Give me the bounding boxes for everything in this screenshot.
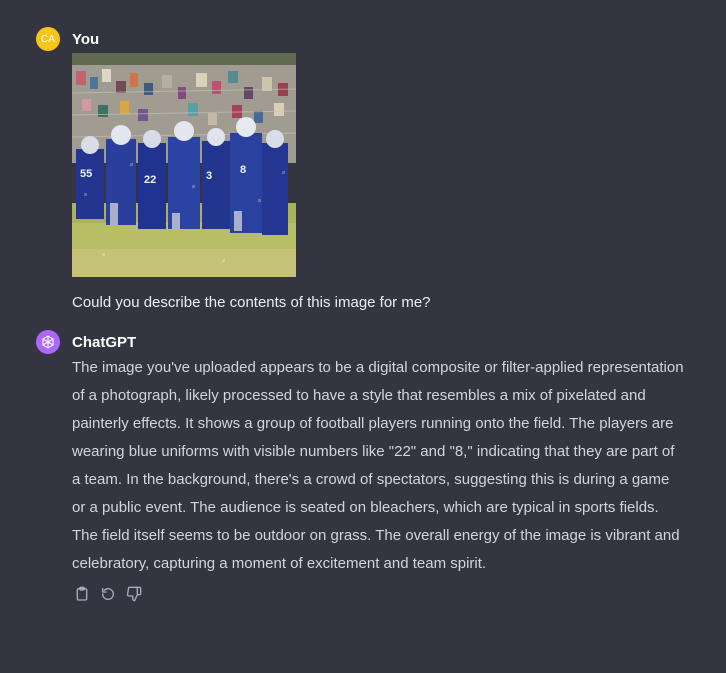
regenerate-icon bbox=[102, 588, 114, 600]
regenerate-button[interactable] bbox=[98, 584, 118, 604]
user-avatar-initials: CA bbox=[40, 33, 56, 45]
assistant-message: ChatGPT The image you've uploaded appear… bbox=[36, 330, 686, 604]
assistant-name: ChatGPT bbox=[72, 333, 137, 351]
svg-text:3: 3 bbox=[206, 170, 212, 182]
message-actions bbox=[72, 584, 686, 604]
thumbs-down-button[interactable] bbox=[124, 584, 144, 604]
user-message: CA You 55 22 3 8 Could you describe the … bbox=[36, 27, 686, 315]
conversation-thread: CA You 55 22 3 8 Could you describe the … bbox=[0, 0, 726, 673]
assistant-message-header: ChatGPT bbox=[36, 330, 686, 354]
svg-text:55: 55 bbox=[80, 168, 92, 180]
svg-text:8: 8 bbox=[240, 164, 246, 176]
copy-button[interactable] bbox=[72, 584, 92, 604]
svg-text:22: 22 bbox=[144, 174, 156, 186]
user-message-header: CA You bbox=[36, 27, 686, 51]
assistant-message-body: The image you've uploaded appears to be … bbox=[72, 354, 686, 578]
user-avatar: CA bbox=[36, 27, 60, 51]
user-message-body: 55 22 3 8 Could you describe the content… bbox=[72, 53, 686, 315]
user-name: You bbox=[72, 30, 100, 48]
uploaded-image[interactable]: 55 22 3 8 bbox=[72, 53, 296, 277]
assistant-message-text: The image you've uploaded appears to be … bbox=[72, 359, 684, 572]
thumbs-down-icon bbox=[126, 586, 142, 602]
user-message-text: Could you describe the contents of this … bbox=[72, 294, 431, 311]
openai-logo-icon bbox=[36, 330, 60, 354]
clipboard-icon bbox=[76, 586, 88, 601]
